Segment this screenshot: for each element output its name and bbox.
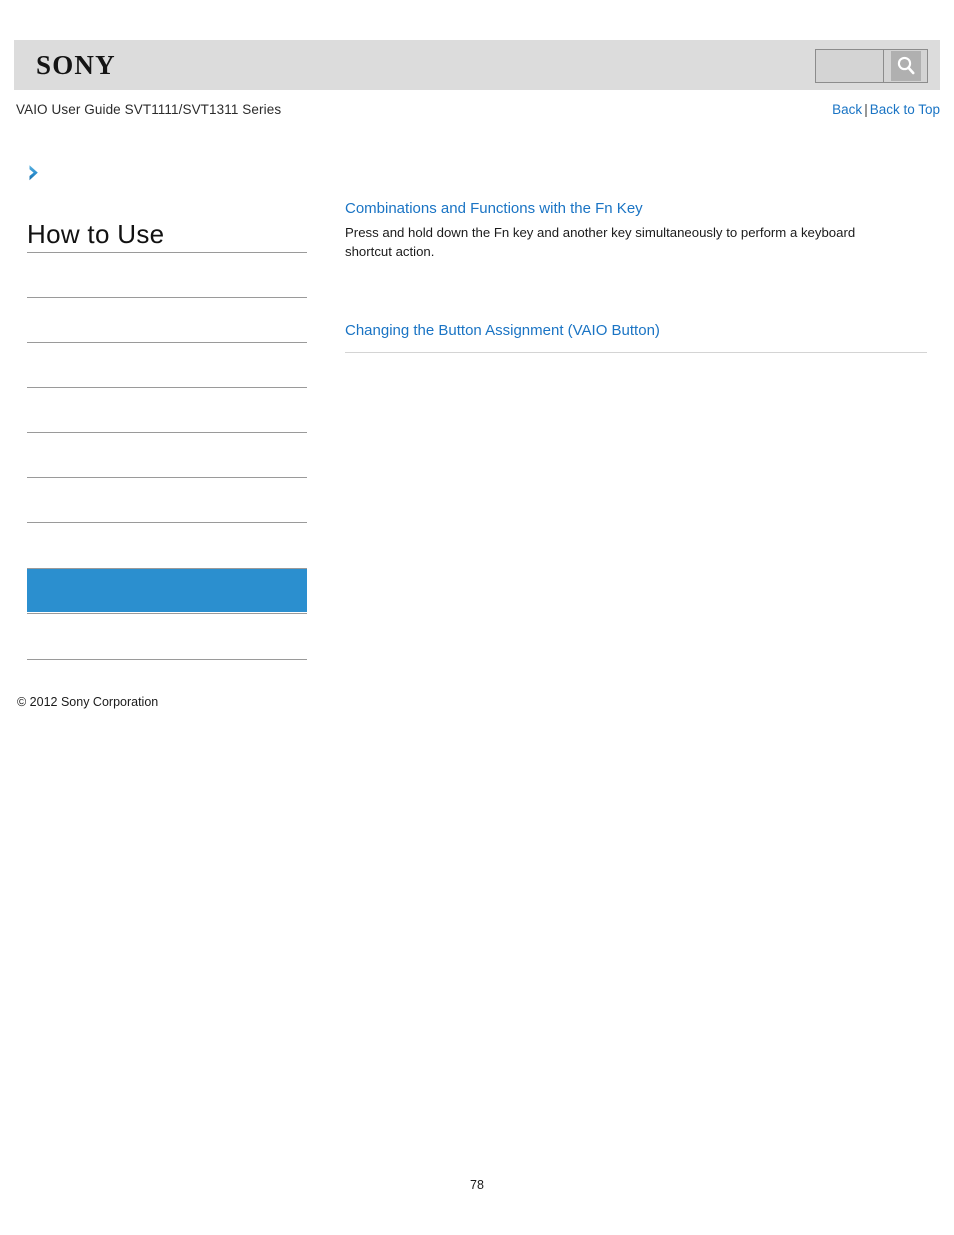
content-divider bbox=[345, 352, 927, 353]
search-button[interactable] bbox=[883, 50, 927, 82]
sidebar-item-1[interactable] bbox=[27, 253, 307, 296]
sidebar-divider bbox=[27, 659, 307, 660]
page-number: 78 bbox=[470, 1178, 484, 1192]
sidebar: How to Use bbox=[27, 218, 307, 253]
entry-description: Press and hold down the Fn key and anoth… bbox=[345, 225, 856, 259]
sony-logo: SONY bbox=[36, 50, 116, 80]
sidebar-item-8[interactable] bbox=[27, 615, 307, 658]
sidebar-divider bbox=[27, 613, 307, 614]
sidebar-item-4[interactable] bbox=[27, 388, 307, 431]
sidebar-item-selected[interactable] bbox=[27, 569, 307, 612]
search-input[interactable] bbox=[816, 50, 883, 82]
copyright-text: © 2012 Sony Corporation bbox=[17, 695, 159, 709]
entry-title-link[interactable]: Changing the Button Assignment (VAIO But… bbox=[345, 321, 927, 341]
site-header: SONY bbox=[14, 40, 940, 90]
content-entry-2: Changing the Button Assignment (VAIO But… bbox=[345, 321, 927, 341]
chevron-right-icon[interactable] bbox=[24, 162, 46, 184]
content-entry-1: Combinations and Functions with the Fn K… bbox=[345, 199, 927, 261]
header-nav: Back | Back to Top bbox=[832, 102, 940, 117]
sidebar-heading: How to Use bbox=[27, 219, 165, 249]
search-box bbox=[815, 49, 928, 83]
nav-separator: | bbox=[864, 102, 868, 117]
sidebar-divider bbox=[27, 522, 307, 523]
entry-title-link[interactable]: Combinations and Functions with the Fn K… bbox=[345, 199, 927, 219]
sidebar-item-2[interactable] bbox=[27, 298, 307, 341]
search-icon bbox=[890, 51, 921, 81]
back-to-top-link[interactable]: Back to Top bbox=[870, 102, 940, 117]
back-link[interactable]: Back bbox=[832, 102, 862, 117]
page-root: SONY VAIO User Guide SVT1111/SVT1311 Ser… bbox=[0, 0, 954, 1235]
sidebar-item-5[interactable] bbox=[27, 433, 307, 476]
document-title: VAIO User Guide SVT1111/SVT1311 Series bbox=[16, 102, 282, 117]
sidebar-item-3[interactable] bbox=[27, 343, 307, 386]
sidebar-item-6[interactable] bbox=[27, 478, 307, 521]
